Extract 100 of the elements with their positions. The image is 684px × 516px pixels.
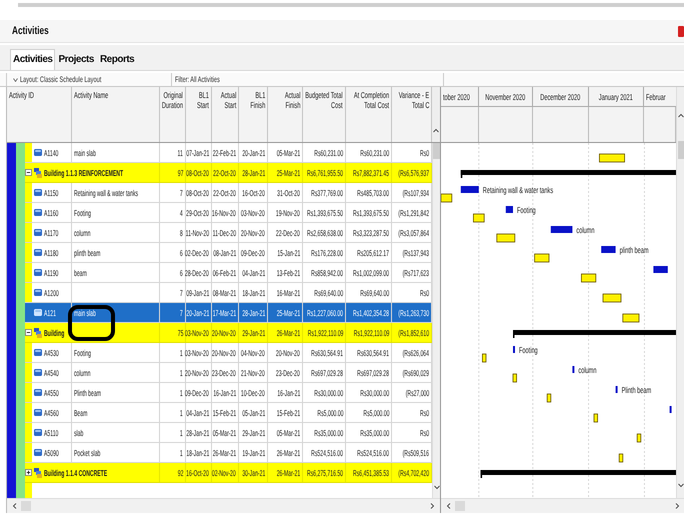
actual-bar <box>653 266 668 273</box>
activity-name: main slab <box>74 148 96 158</box>
planned-bar <box>636 434 642 442</box>
activity-id: A5090 <box>44 448 59 458</box>
caret-icon[interactable] <box>13 78 18 82</box>
table-cell: Rs0 <box>420 408 429 418</box>
column-header[interactable]: BL1 Finish <box>241 90 265 110</box>
activity-name: column <box>74 368 90 378</box>
scroll-up-button[interactable] <box>678 113 684 119</box>
table-cell: 05-Mar-21 <box>212 428 236 438</box>
table-cell: Rs6,451,385.53 <box>352 468 389 478</box>
table-row[interactable]: A1200 7 09-Jan-21 08-Mar-21 18-Jan-21 16-Mar-21 Rs69,640.00 Rs69,640.00 Rs0 <box>25 283 432 303</box>
table-cell: 28-Jan-21 <box>242 308 265 318</box>
table-cell: Rs377,769.00 <box>311 188 343 198</box>
table-cell: 1 <box>180 368 183 378</box>
column-header[interactable]: BL1 Start <box>188 90 209 110</box>
table-row[interactable]: A4550 Plinth beam 1 09-Dec-20 16-Jan-21 10-Dec-20 16-Jan-21 Rs30,000.00 Rs30,000.00 (Rs27,000 <box>25 383 432 403</box>
planned-bar <box>622 314 640 322</box>
table-row[interactable]: A121 main slab 7 20-Jan-21 17-Mar-21 28-Jan-21 25-Mar-21 Rs1,227,060.00 Rs1,402,354.28 (Rs1,263,730 <box>25 303 432 323</box>
activity-name: main slab <box>74 308 96 318</box>
scrollbar-thumb[interactable] <box>433 143 440 159</box>
table-cell: 06-Feb-21 <box>212 268 236 278</box>
actual-bar <box>601 246 616 253</box>
close-icon[interactable] <box>678 26 684 36</box>
collapse-button[interactable] <box>25 169 32 176</box>
scrollbar-thumb[interactable] <box>678 141 684 159</box>
table-row[interactable]: A4530 Footing 1 03-Nov-20 20-Nov-20 04-Nov-20 20-Nov-20 Rs630,564.91 Rs630,564.91 (Rs626,064 <box>25 343 432 363</box>
activity-name: Beam <box>74 408 88 418</box>
table-cell: (Rs626,064 <box>402 348 429 358</box>
table-row[interactable]: A1170 column 8 11-Nov-20 11-Dec-20 20-Nov-20 22-Dec-20 Rs2,658,638.00 Rs3,323,287.50 (Rs3,057,864 <box>25 223 432 243</box>
tab[interactable]: Projects <box>55 49 97 70</box>
table-row[interactable]: A5110 slab 1 28-Jan-21 05-Mar-21 29-Jan-21 05-Mar-21 Rs35,000.00 Rs35,000.00 Rs0 <box>25 423 432 443</box>
actual-bar <box>616 386 618 393</box>
column-header[interactable]: Activity ID <box>9 90 34 100</box>
column-header[interactable]: Activity Name <box>74 90 108 100</box>
scroll-left-button[interactable] <box>446 503 452 509</box>
table-cell: (Rs137,943 <box>402 248 429 258</box>
table-cell: 11-Nov-20 <box>186 228 209 238</box>
wbs-icon <box>34 328 42 338</box>
table-cell: Rs30,000.00 <box>360 388 389 398</box>
table-row[interactable]: A1180 plinth beam 6 02-Dec-20 08-Jan-21 09-Dec-20 15-Jan-21 Rs176,228.00 Rs205,612.17 (Rs137,943 <box>25 243 432 263</box>
actual-bar <box>460 186 479 193</box>
table-cell: Rs858,942.00 <box>311 268 343 278</box>
column-header[interactable]: Variance - E <box>398 90 429 100</box>
column-header[interactable]: Actual Finish <box>270 90 300 110</box>
table-cell: Rs60,231.00 <box>314 148 343 158</box>
scroll-right-button[interactable] <box>674 503 680 509</box>
table-cell: 20-Jan-21 <box>186 308 209 318</box>
table-row[interactable]: Building 1.1.3 REINFORCEMENT 97 08-Oct-20 22-Oct-20 28-Jan-21 25-Mar-21 Rs6,761,955.50 Rs7,882,371.45 (Rs6,576,937 <box>25 163 432 183</box>
layout-label[interactable]: Layout: Classic Schedule Layout <box>20 75 102 84</box>
table-cell: Rs0 <box>420 428 429 438</box>
scroll-up-button[interactable] <box>433 128 439 134</box>
column-header[interactable]: Original Duration <box>162 90 183 110</box>
table-row[interactable]: A4540 column 1 20-Nov-20 23-Dec-20 21-Nov-20 23-Dec-20 Rs697,029.28 Rs697,029.28 (Rs690,029 <box>25 363 432 383</box>
table-cell: 19-Jan-21 <box>242 448 265 458</box>
activity-id: A4540 <box>44 368 59 378</box>
table-cell: Rs60,231.00 <box>360 148 389 158</box>
column-header[interactable]: Actual Start <box>214 90 236 110</box>
table-cell: 15-Jan-21 <box>277 248 300 258</box>
table-cell: Rs0 <box>420 148 429 158</box>
column-header[interactable]: Budgeted Total Cost <box>305 90 343 110</box>
annotation-outline <box>68 305 115 341</box>
table-row[interactable]: A5090 Pocket slab 1 18-Jan-21 26-Mar-21 19-Jan-21 26-Mar-21 Rs524,516.00 Rs524,516.00 (Rs509,516 <box>25 443 432 463</box>
column-header[interactable]: At Completion Total Cost <box>348 90 389 110</box>
table-cell: Rs69,640.00 <box>360 288 389 298</box>
table-row[interactable]: Building 75 03-Nov-20 20-Nov-20 29-Jan-21 26-Mar-21 Rs1,922,110.09 Rs1,922,110.09 (Rs1,852,610 <box>25 323 432 343</box>
table-cell: 22-Dec-20 <box>276 228 300 238</box>
table-row[interactable]: Building 1.1.4 CONCRETE 92 16-Oct-20 02-Nov-20 30-Jan-21 26-Mar-21 Rs6,275,716.50 Rs6,451,385.53 (Rs4,702,420 <box>25 463 432 483</box>
scroll-right-button[interactable] <box>429 503 435 509</box>
collapse-button[interactable] <box>25 469 32 476</box>
table-cell: 22-Oct-20 <box>213 188 236 198</box>
table-cell: 22-Feb-21 <box>212 148 236 158</box>
column-header[interactable]: Total C <box>412 100 429 110</box>
table-row[interactable]: A1190 beam 6 28-Dec-20 06-Feb-21 04-Jan-21 13-Feb-21 Rs858,942.00 Rs1,002,099.00 (Rs717,623 <box>25 263 432 283</box>
collapse-button[interactable] <box>25 329 32 336</box>
scroll-left-button[interactable] <box>12 503 18 509</box>
table-cell: Rs1,393,675.50 <box>352 208 389 218</box>
table-cell: Rs1,227,060.00 <box>306 308 343 318</box>
table-row[interactable]: A1150 Retaining wall & water tanks 7 08-Oct-20 22-Oct-20 16-Oct-20 31-Oct-20 Rs377,769.00 Rs485,703.00 (Rs107,934 <box>25 183 432 203</box>
table-row[interactable]: A1160 Footing 4 29-Oct-20 16-Nov-20 03-Nov-20 19-Nov-20 Rs1,393,675.50 Rs1,393,675.50 (Rs1,291,842 <box>25 203 432 223</box>
filter-label[interactable]: Filter: All Activities <box>175 75 220 84</box>
scroll-down-button[interactable] <box>434 484 440 490</box>
activity-id: A1150 <box>44 188 58 198</box>
table-cell: 8 <box>180 228 183 238</box>
table-cell: 20-Nov-20 <box>212 348 236 358</box>
tab[interactable]: Reports <box>96 49 138 70</box>
table-row[interactable]: A1140 main slab 11 07-Jan-21 22-Feb-21 20-Jan-21 05-Mar-21 Rs60,231.00 Rs60,231.00 Rs0 <box>25 143 432 163</box>
table-cell: 97 <box>177 168 183 178</box>
table-cell: 16-Oct-20 <box>242 188 265 198</box>
table-cell: 05-Mar-21 <box>276 148 300 158</box>
table-row[interactable]: A4560 Beam 1 04-Jan-21 15-Feb-21 05-Jan-21 15-Feb-21 Rs5,000.00 Rs5,000.00 Rs0 <box>25 403 432 423</box>
bar-label: column <box>578 364 596 376</box>
scroll-down-button[interactable] <box>678 482 684 488</box>
table-cell: 26-Mar-21 <box>276 468 300 478</box>
table-cell: 20-Nov-20 <box>276 348 300 358</box>
window-title: Activities <box>12 25 49 37</box>
tab[interactable]: Activities <box>10 49 56 70</box>
table-cell: 07-Jan-21 <box>186 148 209 158</box>
table-cell: (Rs509,516 <box>402 448 429 458</box>
activity-icon <box>34 249 42 256</box>
